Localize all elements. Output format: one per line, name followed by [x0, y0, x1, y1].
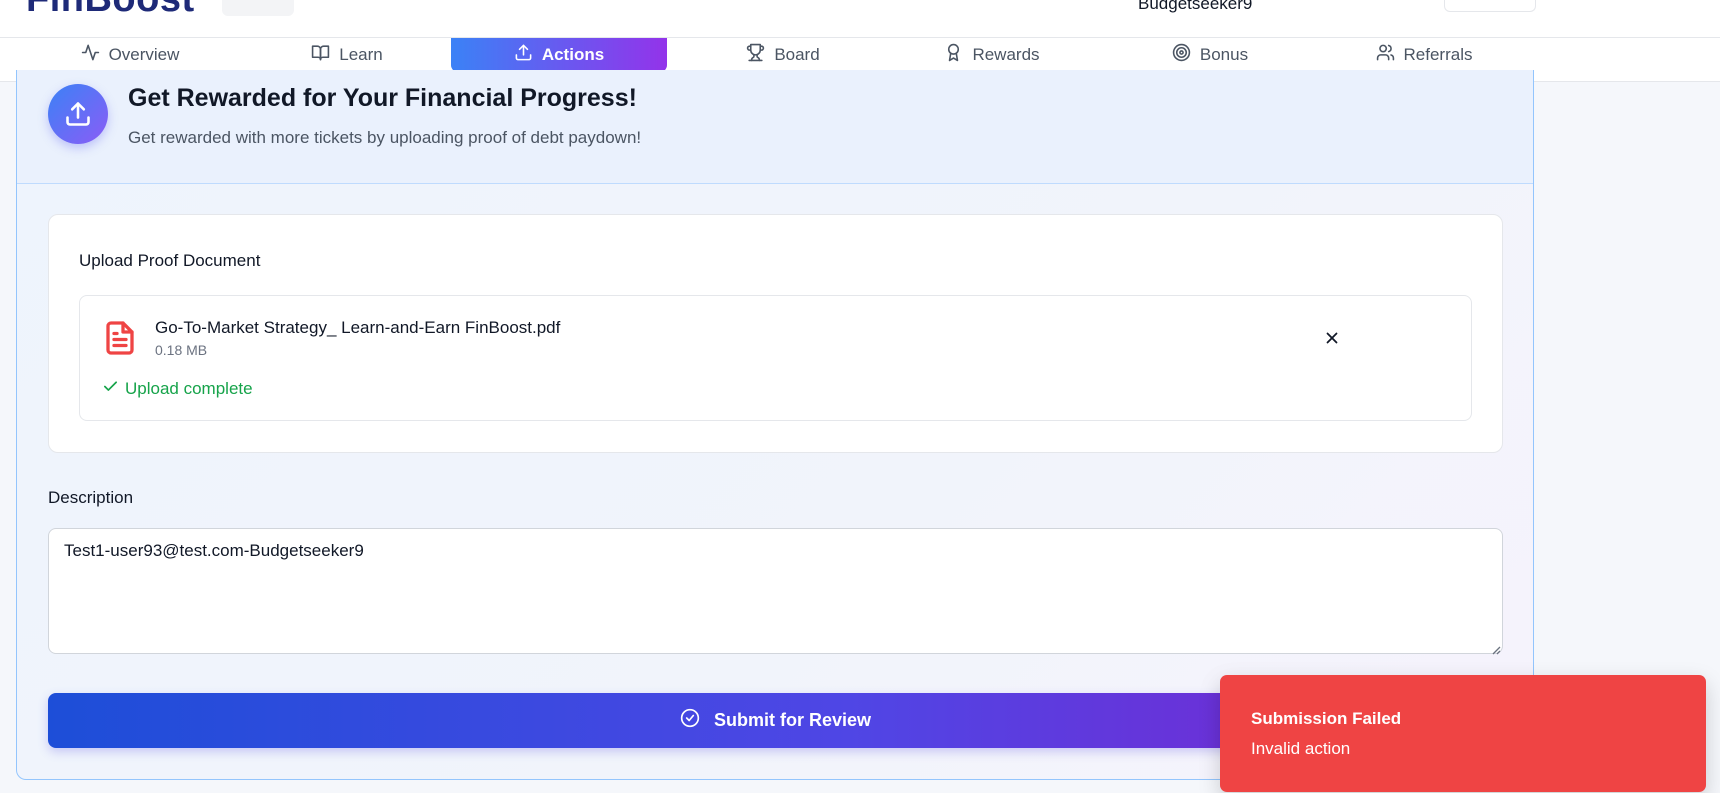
upload-icon	[514, 43, 533, 67]
tab-board[interactable]: Board	[728, 38, 838, 72]
app-logo[interactable]: FinBoost	[26, 0, 195, 21]
tab-label: Learn	[339, 45, 383, 64]
book-open-icon	[311, 43, 330, 67]
close-icon	[1323, 329, 1341, 352]
submit-label: Submit for Review	[713, 710, 872, 730]
tab-label: Referrals	[1403, 45, 1473, 64]
remove-file-button[interactable]	[1318, 326, 1346, 354]
target-icon	[1172, 43, 1191, 67]
card-title: Get Rewarded for Your Financial Progress…	[128, 84, 637, 112]
users-icon	[1376, 43, 1395, 67]
resize-grip-icon[interactable]	[1491, 642, 1501, 655]
description-label: Description	[48, 488, 134, 507]
tab-label: Overview	[108, 45, 180, 64]
tab-label: Actions	[541, 45, 605, 64]
activity-icon	[81, 43, 100, 67]
username: Budgetseeker9	[1138, 0, 1253, 13]
description-textarea[interactable]	[48, 528, 1503, 654]
card-subtitle: Get rewarded with more tickets by upload…	[128, 128, 642, 147]
uploaded-file: Go-To-Market Strategy_ Learn-and-Earn Fi…	[79, 295, 1472, 421]
tab-label: Board	[774, 45, 820, 64]
tab-rewards[interactable]: Rewards	[932, 38, 1052, 72]
tab-bonus[interactable]: Bonus	[1160, 38, 1260, 72]
header-menu-button[interactable]	[1444, 0, 1536, 12]
toast-title: Submission Failed	[1251, 709, 1402, 728]
check-circle-icon	[680, 708, 700, 733]
upload-panel: Upload Proof Document Go-To-Market Strat…	[48, 214, 1503, 453]
upload-icon	[48, 84, 108, 144]
toast-message: Invalid action	[1251, 739, 1351, 758]
upload-status: Upload complete	[102, 378, 253, 400]
tab-label: Bonus	[1199, 45, 1249, 64]
top-header: FinBoost Budgetseeker9	[0, 0, 1720, 38]
upload-status-text: Upload complete	[125, 379, 253, 398]
upload-label: Upload Proof Document	[79, 251, 261, 270]
error-toast[interactable]: Submission Failed Invalid action	[1220, 675, 1706, 792]
award-icon	[944, 43, 963, 67]
upload-proof-card: Get Rewarded for Your Financial Progress…	[16, 70, 1534, 780]
file-size: 0.18 MB	[155, 342, 208, 358]
tab-overview[interactable]: Overview	[60, 38, 200, 72]
card-header: Get Rewarded for Your Financial Progress…	[17, 70, 1533, 184]
tab-learn[interactable]: Learn	[292, 38, 402, 72]
check-icon	[102, 378, 119, 400]
trophy-icon	[746, 43, 765, 67]
header-search-stub	[222, 0, 294, 16]
tab-actions[interactable]: Actions	[451, 38, 667, 72]
tab-label: Rewards	[972, 45, 1040, 64]
file-name: Go-To-Market Strategy_ Learn-and-Earn Fi…	[155, 318, 561, 337]
file-text-icon	[102, 318, 138, 358]
tab-referrals[interactable]: Referrals	[1364, 38, 1484, 72]
